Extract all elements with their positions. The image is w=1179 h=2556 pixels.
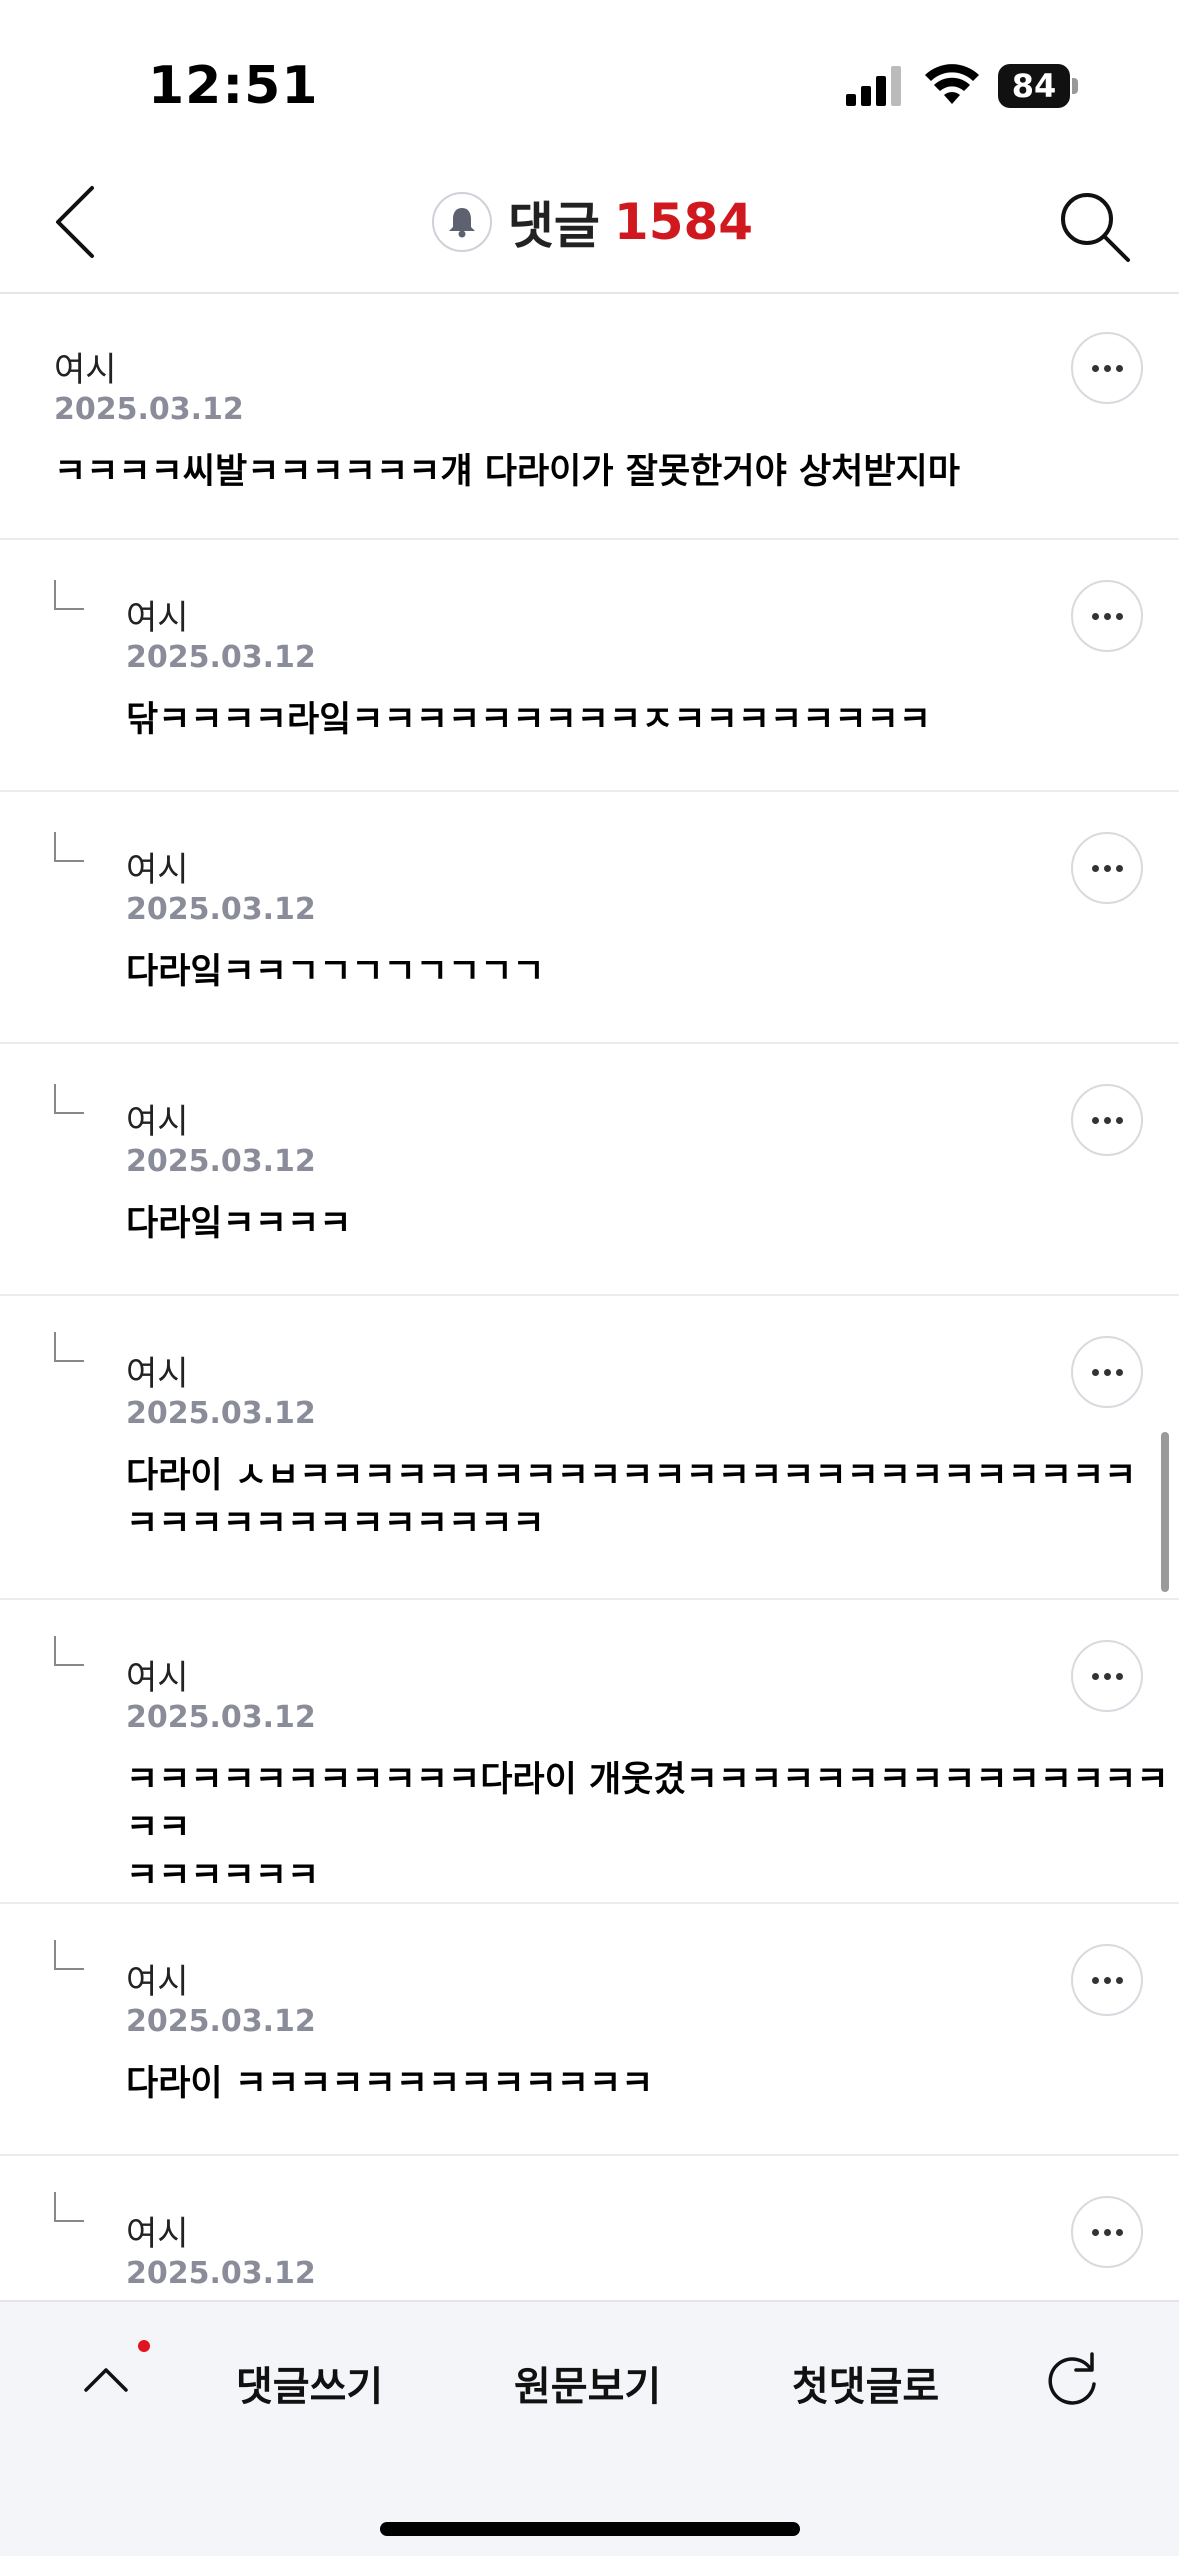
more-options-icon[interactable] xyxy=(1071,580,1143,652)
reply-indent-icon xyxy=(54,1332,84,1362)
more-options-icon[interactable] xyxy=(1071,1640,1143,1712)
reply-item: 여시 2025.03.12 다라이 ㅋㅋㅋㅋㅋㅋㅋㅋㅋㅋㅋㅋㅋ xyxy=(0,1904,1179,2156)
comment-text: 다라이 ㅋㅋㅋㅋㅋㅋㅋㅋㅋㅋㅋㅋㅋ xyxy=(126,2064,654,2104)
reply-item: 여시 2025.03.12 닦ㅋㅋㅋㅋ라잌ㅋㅋㅋㅋㅋㅋㅋㅋㅋㅈㅋㅋㅋㅋㅋㅋㅋㅋ xyxy=(0,540,1179,792)
reply-item: 여시 2025.03.12 다라이 ㅅㅂㅋㅋㅋㅋㅋㅋㅋㅋㅋㅋㅋㅋㅋㅋㅋㅋㅋㅋㅋㅋ… xyxy=(0,1296,1179,1600)
comment-date: 2025.03.12 xyxy=(126,1396,316,1431)
comment-date: 2025.03.12 xyxy=(126,640,316,675)
comment-text: 다라잌ㅋㅋㅋㅋ xyxy=(126,1204,352,1244)
scrollbar[interactable] xyxy=(1161,1432,1169,1592)
comment-author: 여시 xyxy=(126,1354,189,1394)
reply-indent-icon xyxy=(54,832,84,862)
reply-indent-icon xyxy=(54,1636,84,1666)
battery-icon: 84 xyxy=(998,64,1078,108)
comment-date: 2025.03.12 xyxy=(126,892,316,927)
first-comment-button[interactable]: 첫댓글로 xyxy=(792,2354,939,2412)
more-options-icon[interactable] xyxy=(1071,332,1143,404)
view-original-button[interactable]: 원문보기 xyxy=(514,2354,661,2412)
signal-icon xyxy=(846,66,901,106)
comment-text: ㅋㅋㅋㅋ씨발ㅋㅋㅋㅋㅋㅋ걔 다라이가 잘못한거야 상처받지마 xyxy=(54,452,960,492)
search-icon[interactable] xyxy=(1056,188,1132,264)
more-options-icon[interactable] xyxy=(1071,1944,1143,2016)
write-comment-button[interactable]: 댓글쓰기 xyxy=(236,2354,383,2412)
more-options-icon[interactable] xyxy=(1071,832,1143,904)
status-time: 12:51 xyxy=(148,56,319,116)
status-bar: 12:51 84 xyxy=(0,0,1179,150)
comment-text: ㅋㅋㅋㅋㅋㅋㅋㅋㅋㅋㅋ다라이 개웃겼ㅋㅋㅋㅋㅋㅋㅋㅋㅋㅋㅋㅋㅋㅋㅋㅋㅋ ㅋㅋㅋㅋ… xyxy=(126,1760,1169,1896)
comment-date: 2025.03.12 xyxy=(126,2256,316,2291)
wifi-icon xyxy=(925,64,979,104)
comment-text: 다라이 ㅅㅂㅋㅋㅋㅋㅋㅋㅋㅋㅋㅋㅋㅋㅋㅋㅋㅋㅋㅋㅋㅋㅋㅋㅋㅋㅋㅋ ㅋㅋㅋㅋㅋㅋㅋ… xyxy=(126,1456,1137,1544)
comment-author: 여시 xyxy=(126,1658,189,1698)
comment-date: 2025.03.12 xyxy=(126,1144,316,1179)
comment-text: 다라잌ㅋㅋㄱㄱㄱㄱㄱㄱㄱㄱ xyxy=(126,952,545,992)
comment-count: 1584 xyxy=(613,193,754,251)
chevron-up-icon[interactable] xyxy=(76,2350,136,2410)
bell-icon[interactable] xyxy=(431,192,492,252)
reply-item: 여시 2025.03.12 다라잌ㅋㅋㄱㄱㄱㄱㄱㄱㄱㄱ xyxy=(0,792,1179,1044)
comment-item: 여시 2025.03.12 ㅋㅋㅋㅋ씨발ㅋㅋㅋㅋㅋㅋ걔 다라이가 잘못한거야 상… xyxy=(0,296,1179,540)
comment-text: 닦ㅋㅋㅋㅋ라잌ㅋㅋㅋㅋㅋㅋㅋㅋㅋㅈㅋㅋㅋㅋㅋㅋㅋㅋ xyxy=(126,700,932,740)
comment-list: 여시 2025.03.12 ㅋㅋㅋㅋ씨발ㅋㅋㅋㅋㅋㅋ걔 다라이가 잘못한거야 상… xyxy=(0,296,1179,2356)
reply-item: 여시 2025.03.12 ㅋㅋㅋㅋㅋㅋㅋㅋㅋㅋㅋ다라이 개웃겼ㅋㅋㅋㅋㅋㅋㅋㅋ… xyxy=(0,1600,1179,1904)
comment-date: 2025.03.12 xyxy=(54,392,244,427)
comment-date: 2025.03.12 xyxy=(126,1700,316,1735)
notification-dot xyxy=(138,2340,150,2352)
reply-item: 여시 2025.03.12 다라잌ㅋㅋㅋㅋ xyxy=(0,1044,1179,1296)
comment-author: 여시 xyxy=(126,1962,189,2002)
comment-date: 2025.03.12 xyxy=(126,2004,316,2039)
reply-indent-icon xyxy=(54,1084,84,1114)
reply-indent-icon xyxy=(54,2192,84,2222)
comment-author: 여시 xyxy=(126,2214,189,2254)
header-title-group: 댓글 1584 xyxy=(0,150,1179,294)
battery-level: 84 xyxy=(1011,67,1057,105)
reply-indent-icon xyxy=(54,1940,84,1970)
home-indicator xyxy=(380,2522,800,2536)
page-title: 댓글 xyxy=(507,197,600,255)
reply-indent-icon xyxy=(54,580,84,610)
refresh-icon[interactable] xyxy=(1040,2348,1104,2412)
comment-author: 여시 xyxy=(54,350,117,390)
comment-author: 여시 xyxy=(126,598,189,638)
bottom-toolbar: 댓글쓰기 원문보기 첫댓글로 xyxy=(0,2300,1179,2556)
header: 댓글 1584 xyxy=(0,150,1179,294)
more-options-icon[interactable] xyxy=(1071,1336,1143,1408)
more-options-icon[interactable] xyxy=(1071,2196,1143,2268)
comment-author: 여시 xyxy=(126,850,189,890)
comment-author: 여시 xyxy=(126,1102,189,1142)
more-options-icon[interactable] xyxy=(1071,1084,1143,1156)
